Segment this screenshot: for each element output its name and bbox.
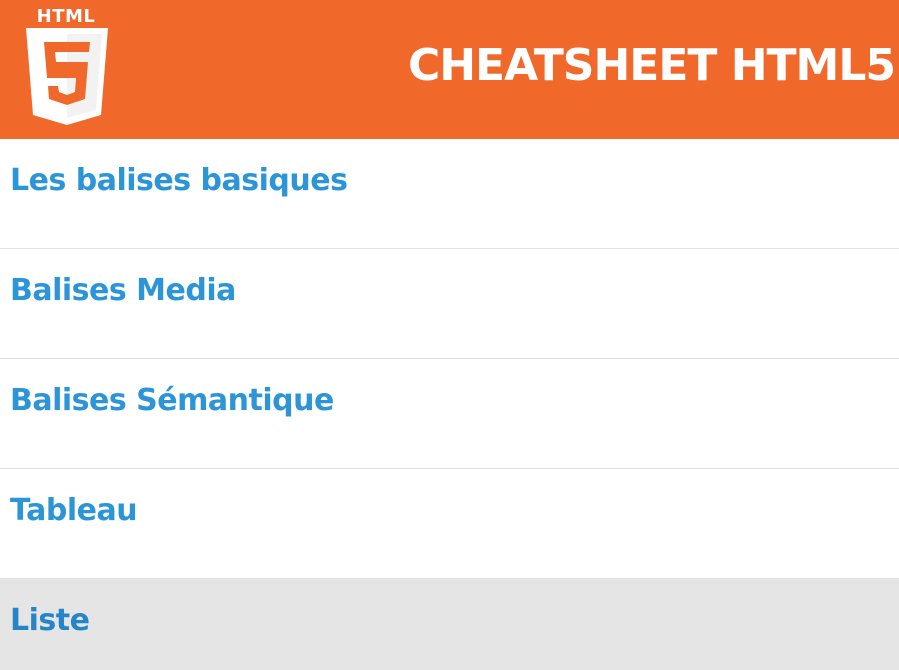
menu-item-les-balises-basiques[interactable]: Les balises basiques: [0, 139, 899, 249]
page-title: CHEATSHEET HTML5: [407, 40, 896, 91]
menu-item-label: Tableau: [10, 493, 138, 528]
menu-item-label: Balises Sémantique: [10, 383, 334, 418]
menu-item-liste[interactable]: Liste: [0, 579, 899, 670]
menu-item-balises-media[interactable]: Balises Media: [0, 249, 899, 359]
logo-wordmark: HTML: [37, 6, 96, 27]
nav-menu: Les balises basiques Balises Media Balis…: [0, 139, 899, 670]
menu-item-label: Balises Media: [10, 273, 236, 308]
menu-item-label: Les balises basiques: [10, 163, 348, 198]
menu-item-label: Liste: [10, 603, 90, 638]
html5-logo-icon: HTML: [26, 6, 108, 125]
menu-item-tableau[interactable]: Tableau: [0, 469, 899, 579]
menu-item-balises-semantique[interactable]: Balises Sémantique: [0, 359, 899, 469]
app-root: HTML CHEATSHEET HTML5 Les balises basiqu…: [0, 0, 899, 670]
app-header: HTML CHEATSHEET HTML5: [0, 0, 899, 139]
